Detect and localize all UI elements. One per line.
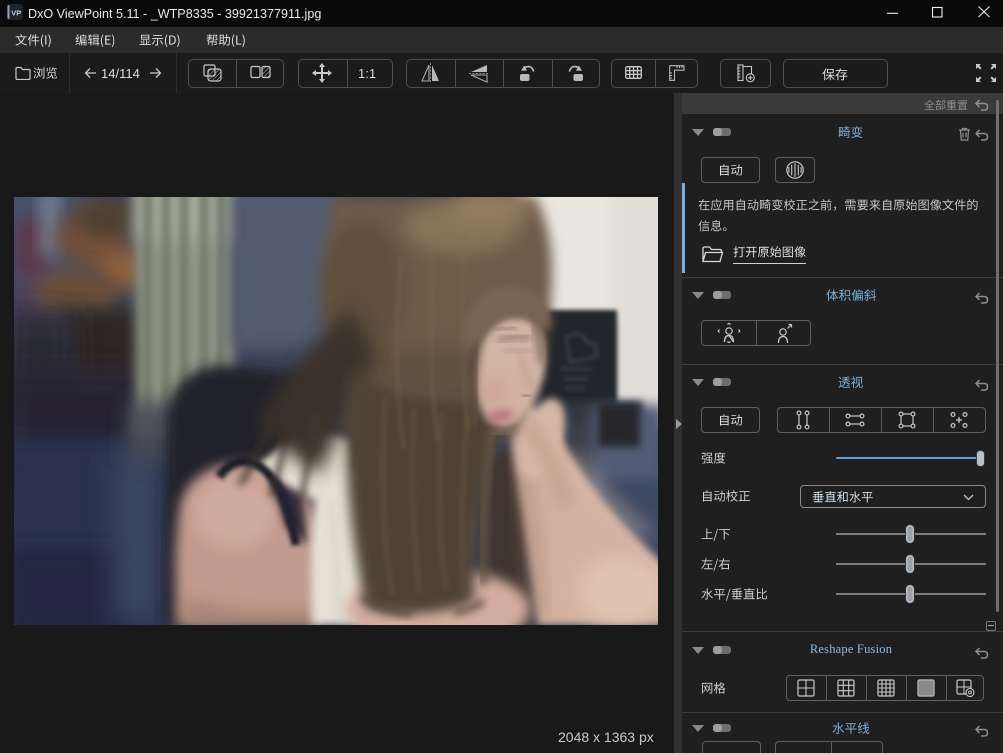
svg-text:VP: VP xyxy=(11,9,21,18)
